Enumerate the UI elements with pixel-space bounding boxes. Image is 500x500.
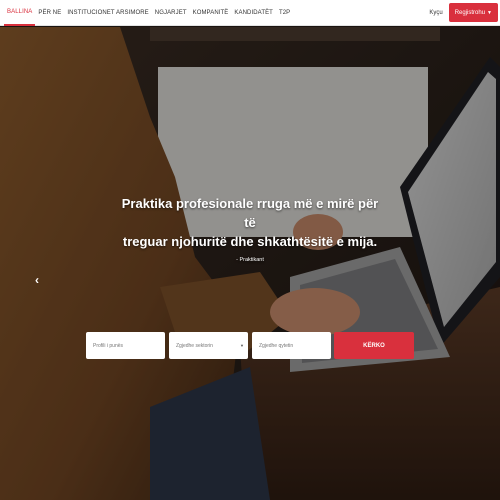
city-placeholder: Zgjedhe qytetin: [259, 342, 294, 349]
chevron-left-icon: ‹: [35, 273, 39, 287]
hero-quote: Praktika profesionale rruga më e mirë pë…: [120, 194, 380, 263]
quote-line-2: treguar njohuritë dhe shkathtësitë e mij…: [122, 234, 378, 249]
chevron-down-icon: ▼: [240, 343, 244, 348]
nav-item-ngjarjet[interactable]: NGJARJET: [152, 0, 190, 26]
nav-right: Kyçu Regjistrohu ▼: [429, 3, 500, 22]
nav-item-t2p[interactable]: T2P: [276, 0, 293, 26]
chevron-down-icon: ▼: [487, 9, 492, 16]
nav-item-kandidatet[interactable]: KANDIDATËT: [231, 0, 276, 26]
search-button[interactable]: KËRKO: [334, 332, 414, 359]
nav-item-per-ne[interactable]: PËR NE: [35, 0, 64, 26]
top-navbar: BALLINA PËR NE INSTITUCIONET ARSIMORE NG…: [0, 0, 500, 26]
login-link[interactable]: Kyçu: [429, 10, 442, 16]
sector-placeholder: Zgjedhe sektorin: [176, 342, 213, 349]
carousel-prev-button[interactable]: ‹: [30, 270, 44, 290]
quote-line-1: Praktika profesionale rruga më e mirë pë…: [121, 196, 379, 230]
sector-select[interactable]: Zgjedhe sektorin ▼: [169, 332, 248, 359]
nav-item-kompanite[interactable]: KOMPANITË: [190, 0, 232, 26]
search-bar: Profili i punës Zgjedhe sektorin ▼ Zgjed…: [86, 332, 414, 359]
hero-overlay: [0, 27, 500, 500]
nav-item-ballina[interactable]: BALLINA: [4, 0, 36, 26]
nav-item-institucionet-arsimore[interactable]: INSTITUCIONET ARSIMORE: [64, 0, 151, 26]
register-label: Regjistrohu: [454, 9, 486, 16]
register-button[interactable]: Regjistrohu ▼: [448, 3, 498, 22]
quote-text: Praktika profesionale rruga më e mirë pë…: [120, 194, 380, 251]
quote-author: - Praktikant: [236, 257, 264, 263]
hero-carousel: Praktika profesionale rruga më e mirë pë…: [0, 27, 500, 500]
profile-placeholder: Profili i punës: [93, 342, 124, 349]
city-input[interactable]: Zgjedhe qytetin: [252, 332, 331, 359]
profile-input[interactable]: Profili i punës: [86, 332, 165, 359]
nav-menu: BALLINA PËR NE INSTITUCIONET ARSIMORE NG…: [0, 0, 293, 26]
